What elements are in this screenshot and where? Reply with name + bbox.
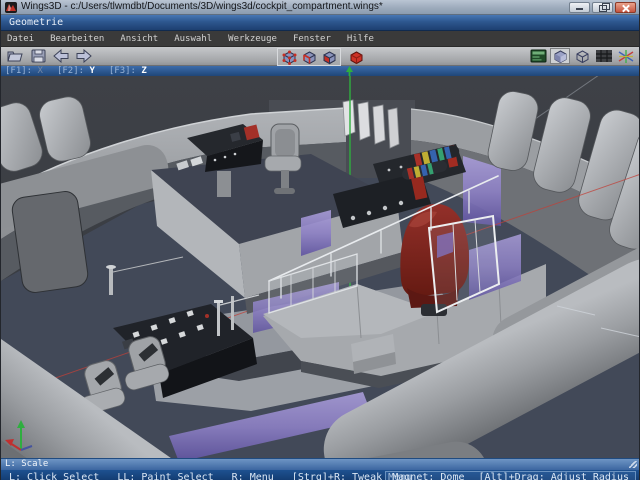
minimize-icon xyxy=(576,8,583,10)
status-adjust-radius: [Alt]+Drag: Adjust Radius xyxy=(478,470,629,480)
vertex-select-icon[interactable] xyxy=(279,49,299,65)
menu-fenster[interactable]: Fenster xyxy=(293,34,331,44)
menubar: Datei Bearbeiten Ansicht Auswahl Werkzeu… xyxy=(1,31,639,47)
menu-datei[interactable]: Datei xyxy=(7,34,34,44)
close-icon xyxy=(616,3,635,12)
status-click-select: L: Click Select xyxy=(9,470,99,480)
resize-grip[interactable] xyxy=(629,461,637,468)
menu-werkzeuge[interactable]: Werkzeuge xyxy=(228,34,277,44)
wings3d-app-icon xyxy=(5,2,17,13)
status-magnet: Magnet: Dome xyxy=(392,470,464,480)
geometry-window-title: Geometrie xyxy=(1,17,63,28)
axes-icon[interactable] xyxy=(616,48,636,64)
viewport-3d-scene xyxy=(1,76,640,458)
open-folder-icon[interactable] xyxy=(5,48,25,64)
undo-arrow-icon[interactable] xyxy=(51,48,71,64)
menu-auswahl[interactable]: Auswahl xyxy=(174,34,212,44)
magnet-panel: Magnet: Dome [Alt]+Drag: Adjust Radius xyxy=(385,471,636,480)
edge-select-icon[interactable] xyxy=(299,49,319,65)
wireframe-icon[interactable] xyxy=(572,48,592,64)
status-paint-select: LL: Paint Select xyxy=(117,470,213,480)
smooth-shaded-icon[interactable] xyxy=(550,48,570,64)
axis-hotkey-bar: [F1]: X [F2]: Y [F3]: Z xyxy=(1,66,639,76)
f3-label: [F3]: xyxy=(109,66,136,76)
f3-axis: Z xyxy=(141,66,146,76)
redo-arrow-icon[interactable] xyxy=(74,48,94,64)
face-select-icon[interactable] xyxy=(319,49,339,65)
viewport-3d[interactable] xyxy=(1,76,639,458)
y-axis-arrow-tip xyxy=(345,66,354,76)
toolbar xyxy=(1,47,639,66)
status-bar: L: Click Select LL: Paint Select R: Menu… xyxy=(1,470,639,480)
geometry-window-titlebar[interactable]: Geometrie xyxy=(1,15,639,31)
f2-axis: Y xyxy=(89,66,94,76)
workmode-icon[interactable] xyxy=(528,48,548,64)
f1-label: [F1]: xyxy=(5,66,32,76)
scale-info-bar: L: Scale xyxy=(1,458,639,470)
close-button[interactable] xyxy=(615,2,636,13)
window-title: Wings3D - c:/Users/tlwmdbt/Documents/3D/… xyxy=(21,0,569,14)
wings3d-window: Wings3D - c:/Users/tlwmdbt/Documents/3D/… xyxy=(0,0,640,480)
status-menu: R: Menu xyxy=(232,470,274,480)
body-select-icon[interactable] xyxy=(346,49,366,65)
menu-hilfe[interactable]: Hilfe xyxy=(347,34,374,44)
f2-label: [F2]: xyxy=(57,66,84,76)
selection-mode-group xyxy=(277,48,341,66)
save-icon[interactable] xyxy=(28,48,48,64)
menu-bearbeiten[interactable]: Bearbeiten xyxy=(50,34,104,44)
restore-button[interactable] xyxy=(592,2,613,13)
titlebar: Wings3D - c:/Users/tlwmdbt/Documents/3D/… xyxy=(1,0,639,15)
menu-ansicht[interactable]: Ansicht xyxy=(120,34,158,44)
restore-icon xyxy=(599,5,607,12)
scale-info-text: L: Scale xyxy=(1,459,48,470)
minimize-button[interactable] xyxy=(569,2,590,13)
f1-axis: X xyxy=(38,66,43,76)
grid-icon[interactable] xyxy=(594,48,614,64)
